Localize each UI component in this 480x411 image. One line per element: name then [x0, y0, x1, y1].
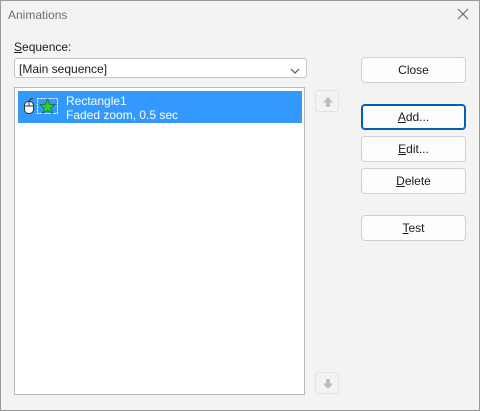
add-button[interactable]: Add...	[361, 104, 466, 130]
sequence-value: [Main sequence]	[19, 62, 108, 76]
move-down-button[interactable]	[315, 372, 339, 394]
animation-name: Rectangle1	[66, 94, 127, 108]
delete-button[interactable]: Delete	[361, 168, 466, 194]
animation-detail: Faded zoom, 0.5 sec	[66, 108, 179, 122]
move-up-button[interactable]	[315, 90, 339, 112]
item-icons	[22, 97, 60, 115]
animations-dialog: Animations Sequence: [Main sequence] Rec…	[0, 0, 480, 411]
chevron-down-icon	[290, 64, 300, 74]
sequence-dropdown[interactable]: [Main sequence]	[14, 58, 307, 78]
arrow-up-icon	[323, 97, 333, 107]
close-button[interactable]: Close	[361, 57, 466, 83]
dialog-title: Animations	[8, 8, 68, 22]
close-icon[interactable]	[455, 6, 471, 22]
title-bar: Animations	[1, 1, 479, 29]
edit-button[interactable]: Edit...	[361, 136, 466, 162]
animation-list[interactable]: Rectangle1 Faded zoom, 0.5 sec	[14, 87, 305, 395]
star-icon	[37, 97, 58, 115]
arrow-down-icon	[323, 379, 333, 389]
test-button[interactable]: Test	[361, 215, 466, 241]
list-item[interactable]: Rectangle1 Faded zoom, 0.5 sec	[18, 91, 302, 123]
sequence-label: Sequence:	[14, 40, 72, 54]
mouse-icon	[24, 98, 34, 114]
